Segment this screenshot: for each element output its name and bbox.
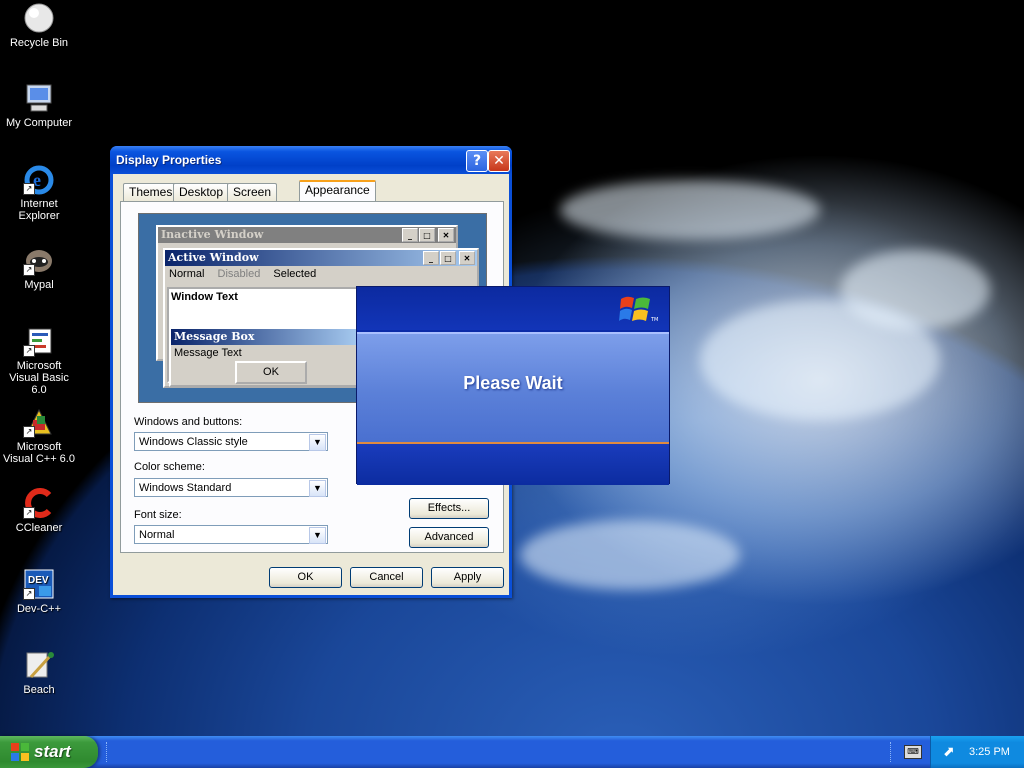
desktop-icon-visual-basic[interactable]: ↗ Microsoft Visual Basic 6.0 [1,325,77,396]
cloud [840,250,990,330]
wait-footer [357,442,669,485]
desktop-icon-recycle-bin[interactable]: Recycle Bin [1,2,77,49]
mypal-icon: ↗ [23,244,55,276]
desktop-icon-label: Microsoft Visual Basic 6.0 [9,360,69,396]
desktop-icon-beach[interactable]: Beach [1,649,77,696]
desktop-icon-label: Internet Explorer [18,198,60,222]
preview-msgbox-title: Message Box [174,330,255,343]
window-title: Display Properties [116,153,222,167]
visual-basic-icon: ↗ [23,325,55,357]
maximize-icon: □ [440,251,456,265]
shortcut-arrow-icon: ↗ [23,588,35,600]
shortcut-arrow-icon: ↗ [23,264,35,276]
computer-icon [23,82,55,114]
color-scheme-value: Windows Standard [139,482,232,494]
desktop-icon-my-computer[interactable]: My Computer [1,82,77,129]
start-label: start [34,742,71,761]
desktop-icon-internet-explorer[interactable]: e ↗ Internet Explorer [1,163,77,222]
preview-active-title: Active Window [168,251,259,264]
shortcut-arrow-icon: ↗ [23,507,35,519]
desktop-icon-label: Beach [23,684,55,696]
network-icon[interactable]: ⬈ [943,744,955,760]
cloud [560,180,820,240]
trademark-mark: TM [651,317,659,323]
cancel-button[interactable]: Cancel [350,567,423,588]
ok-button[interactable]: OK [269,567,342,588]
please-wait-dialog: TM Please Wait [356,286,670,485]
shortcut-arrow-icon: ↗ [23,345,35,357]
desktop-icon-dev-cpp[interactable]: DEV ↗ Dev-C++ [1,568,77,615]
maximize-icon: □ [419,228,435,242]
quick-launch-grip[interactable] [106,742,110,762]
tab-appearance[interactable]: Appearance [299,180,376,203]
desktop-icon-label: Mypal [24,279,54,291]
internet-explorer-icon: e ↗ [23,163,55,195]
visual-cpp-icon: ↗ [23,406,55,438]
preview-msgbox-titlebar: Message Box [171,329,359,345]
chevron-down-icon[interactable]: ▼ [309,480,326,497]
close-button[interactable]: ✕ [488,150,510,172]
desktop-icon-visual-cpp[interactable]: ↗ Microsoft Visual C++ 6.0 [1,406,77,465]
help-button[interactable]: ? [466,150,488,172]
preview-msgbox-ok: OK [235,361,307,384]
font-size-value: Normal [139,529,175,541]
dev-cpp-icon: DEV ↗ [23,568,55,600]
shortcut-arrow-icon: ↗ [23,183,35,195]
system-tray: ⬈ 3:25 PM [930,736,1024,768]
preview-menu-bar: Normal Disabled Selected [165,266,477,283]
title-bar[interactable]: Display Properties ? ✕ [110,146,512,174]
desktop-icon-label: Microsoft Visual C++ 6.0 [3,441,75,465]
keyboard-icon[interactable]: ⌨ [904,745,922,759]
minimize-icon: _ [423,251,439,265]
preview-inactive-title: Inactive Window [161,228,264,241]
windows-buttons-label: Windows and buttons: [134,416,243,428]
desktop-icon-label: Recycle Bin [9,37,69,49]
preview-inactive-titlebar: Inactive Window _ □ ✕ [158,227,456,243]
color-scheme-select[interactable]: Windows Standard ▼ [134,478,328,497]
effects-button[interactable]: Effects... [409,498,489,519]
advanced-button[interactable]: Advanced [409,527,489,548]
chevron-down-icon[interactable]: ▼ [309,434,326,451]
cloud [520,520,740,590]
desktop-icon-label: Dev-C++ [16,603,62,615]
paint-image-icon [23,649,55,681]
chevron-down-icon[interactable]: ▼ [309,527,326,544]
apply-button[interactable]: Apply [431,567,504,588]
close-icon: ✕ [459,251,475,265]
preview-menu-normal: Normal [169,268,205,280]
preview-menu-selected: Selected [273,268,317,280]
wait-header: TM [357,287,669,330]
tab-desktop[interactable]: Desktop [173,183,230,201]
windows-buttons-value: Windows Classic style [139,436,248,448]
windows-buttons-select[interactable]: Windows Classic style ▼ [134,432,328,451]
desktop-icon-label: CCleaner [15,522,63,534]
close-icon: ✕ [438,228,454,242]
desktop-icon-label: My Computer [5,117,73,129]
preview-message-box: Message Box Message Text OK [169,327,361,387]
start-button[interactable]: start [0,736,98,768]
shortcut-arrow-icon: ↗ [23,426,35,438]
tray-grip[interactable] [890,742,894,762]
preview-menu-disabled: Disabled [217,268,261,280]
preview-active-titlebar: Active Window _ □ ✕ [165,250,477,266]
taskbar: start ⌨ ⬈ 3:25 PM [0,736,1024,768]
preview-msgbox-text: Message Text [174,347,242,359]
windows-flag-icon [11,743,29,761]
please-wait-message: Please Wait [463,373,563,393]
font-size-select[interactable]: Normal ▼ [134,525,328,544]
font-size-label: Font size: [134,509,182,521]
recycle-bin-icon [23,2,55,34]
tab-themes[interactable]: Themes [123,183,179,201]
color-scheme-label: Color scheme: [134,461,205,473]
desktop-icon-mypal[interactable]: ↗ Mypal [1,244,77,291]
clock[interactable]: 3:25 PM [969,746,1010,758]
desktop-icon-ccleaner[interactable]: ↗ CCleaner [1,487,77,534]
windows-logo-icon [619,296,650,321]
minimize-icon: _ [402,228,418,242]
svg-text:DEV: DEV [28,575,49,586]
tab-screen-saver[interactable]: Screen Saver [227,183,278,216]
ccleaner-icon: ↗ [23,487,55,519]
